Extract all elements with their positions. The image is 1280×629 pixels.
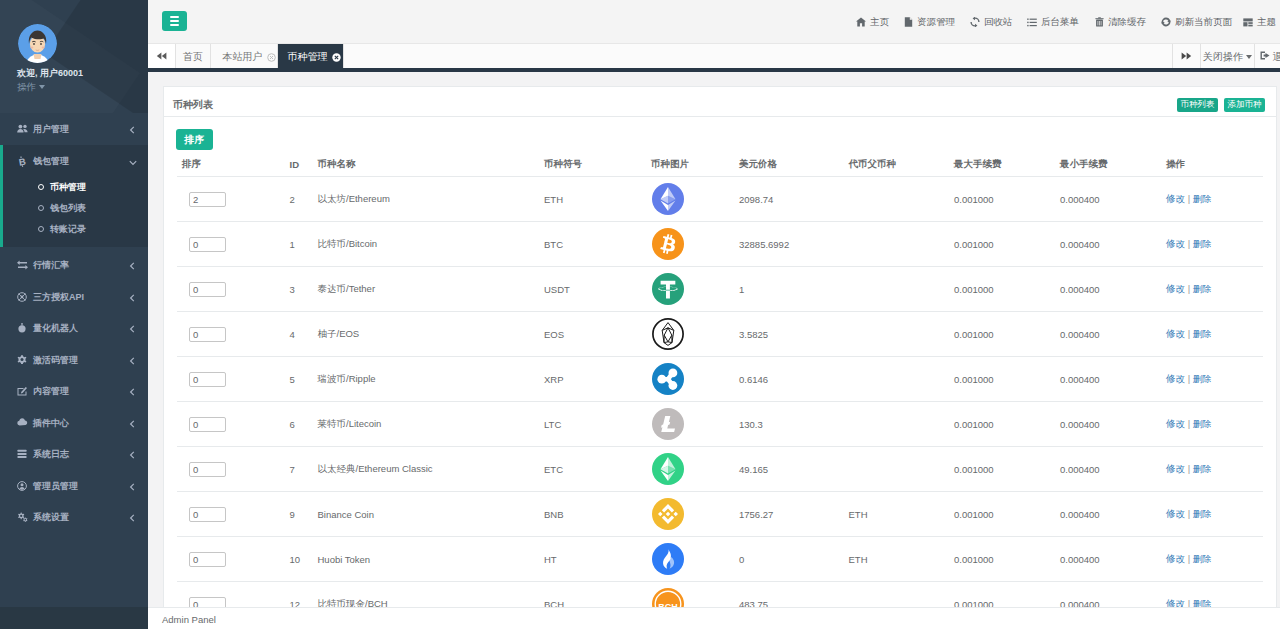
svg-text:B: B xyxy=(18,155,27,167)
